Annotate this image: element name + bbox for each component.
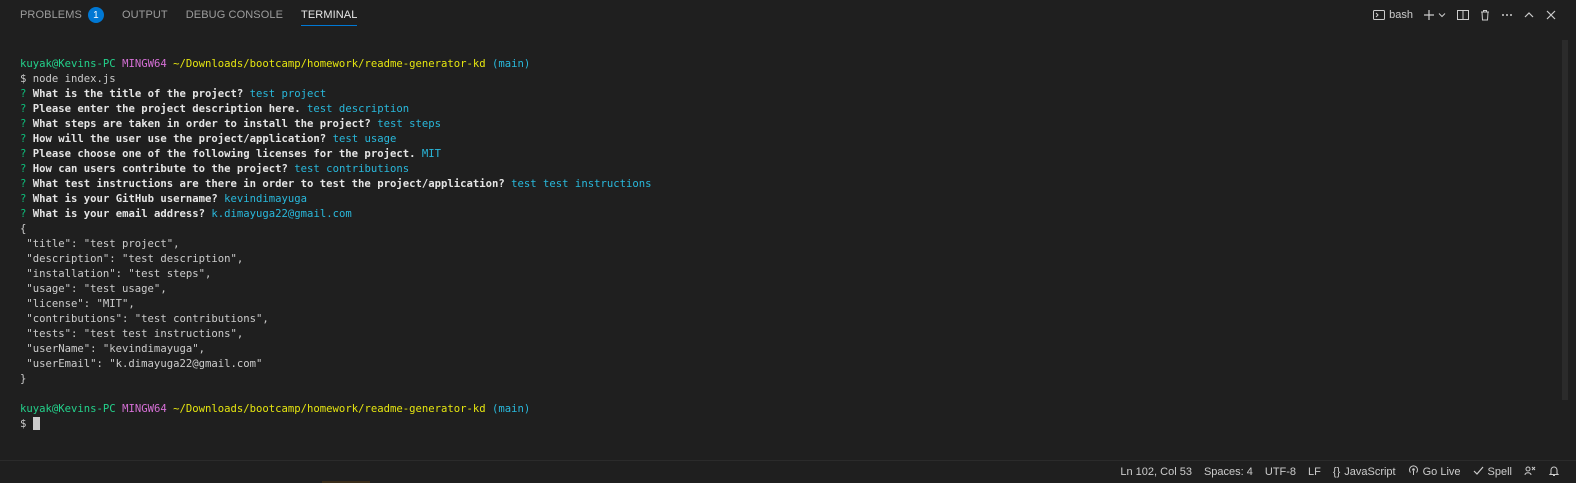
encoding-label: UTF-8 bbox=[1264, 466, 1297, 478]
prompt-path: ~/Downloads/bootcamp/homework/readme-gen… bbox=[173, 403, 486, 415]
json-line: "title": "test project", bbox=[20, 238, 180, 250]
shell-label: bash bbox=[1389, 9, 1413, 21]
language-mode[interactable]: {} JavaScript bbox=[1327, 461, 1402, 483]
terminal-prompt-line: kuyak@Kevins-PC MINGW64 ~/Downloads/boot… bbox=[20, 57, 1556, 72]
question-line: ? How can users contribute to the projec… bbox=[20, 163, 410, 175]
question-line: ? Please choose one of the following lic… bbox=[20, 148, 441, 160]
close-panel-button[interactable] bbox=[1540, 4, 1562, 26]
eol-setting[interactable]: LF bbox=[1302, 461, 1327, 483]
question-line: ? What is your GitHub username? kevindim… bbox=[20, 193, 308, 205]
split-icon bbox=[1457, 9, 1469, 21]
terminal-shell-selector[interactable]: bash bbox=[1369, 4, 1417, 26]
bell-icon bbox=[1548, 465, 1560, 480]
encoding-setting[interactable]: UTF-8 bbox=[1259, 461, 1302, 483]
status-bar: Ln 102, Col 53 Spaces: 4 UTF-8 LF {} Jav… bbox=[0, 460, 1576, 483]
language-label: JavaScript bbox=[1344, 466, 1396, 478]
tab-debug-console[interactable]: DEBUG CONSOLE bbox=[186, 0, 283, 30]
eol-label: LF bbox=[1308, 466, 1321, 478]
prompt-user: kuyak@Kevins-PC bbox=[20, 403, 116, 415]
more-actions-button[interactable] bbox=[1496, 4, 1518, 26]
panel-tabbar: PROBLEMS 1 OUTPUT DEBUG CONSOLE TERMINAL… bbox=[0, 0, 1576, 30]
json-line: "usage": "test usage", bbox=[20, 283, 167, 295]
indentation-label: Spaces: 4 bbox=[1203, 466, 1253, 478]
cursor-position-label: Ln 102, Col 53 bbox=[1120, 466, 1192, 478]
json-close-brace: } bbox=[20, 373, 27, 385]
go-live-label: Go Live bbox=[1422, 466, 1461, 478]
indentation-setting[interactable]: Spaces: 4 bbox=[1198, 461, 1259, 483]
prompt-env: MINGW64 bbox=[122, 58, 167, 70]
go-live-button[interactable]: Go Live bbox=[1402, 461, 1467, 483]
spell-check-button[interactable]: Spell bbox=[1467, 461, 1518, 483]
json-line: "license": "MIT", bbox=[20, 298, 135, 310]
question-line: ? Please enter the project description h… bbox=[20, 103, 410, 115]
broadcast-icon bbox=[1408, 465, 1419, 479]
final-prompt: $ bbox=[20, 418, 33, 430]
feedback-icon bbox=[1524, 465, 1536, 480]
json-line: "tests": "test test instructions", bbox=[20, 328, 244, 340]
plus-icon bbox=[1423, 9, 1435, 21]
question-line: ? What test instructions are there in or… bbox=[20, 178, 652, 190]
question-line: ? What steps are taken in order to insta… bbox=[20, 118, 441, 130]
question-line: ? How will the user use the project/appl… bbox=[20, 133, 397, 145]
kill-terminal-button[interactable] bbox=[1474, 4, 1496, 26]
json-line: "userEmail": "k.dimayuga22@gmail.com" bbox=[20, 358, 263, 370]
json-open-brace: { bbox=[20, 223, 27, 235]
json-line: "userName": "kevindimayuga", bbox=[20, 343, 205, 355]
checkmark-icon bbox=[1473, 465, 1484, 479]
tab-output[interactable]: OUTPUT bbox=[122, 0, 168, 30]
cursor-position[interactable]: Ln 102, Col 53 bbox=[1114, 461, 1198, 483]
tab-label: OUTPUT bbox=[121, 9, 168, 21]
question-line: ? What is the title of the project? test… bbox=[20, 88, 327, 100]
braces-icon: {} bbox=[1332, 466, 1341, 478]
terminal-cursor bbox=[32, 417, 40, 430]
tab-label: DEBUG CONSOLE bbox=[185, 9, 284, 21]
json-line: "contributions": "test contributions", bbox=[20, 313, 269, 325]
json-line: "installation": "test steps", bbox=[20, 268, 212, 280]
terminal-scrollbar[interactable] bbox=[1562, 40, 1568, 400]
prompt-user: kuyak@Kevins-PC bbox=[20, 58, 116, 70]
notifications-button[interactable] bbox=[1542, 461, 1566, 483]
spell-label: Spell bbox=[1487, 466, 1512, 478]
close-icon bbox=[1545, 9, 1557, 21]
feedback-button[interactable] bbox=[1518, 461, 1542, 483]
terminal-prompt-icon bbox=[1373, 9, 1386, 21]
chevron-up-icon bbox=[1523, 9, 1535, 21]
prompt-path: ~/Downloads/bootcamp/homework/readme-gen… bbox=[173, 58, 486, 70]
tab-terminal[interactable]: TERMINAL bbox=[301, 0, 358, 30]
question-line: ? What is your email address? k.dimayuga… bbox=[20, 208, 352, 220]
new-terminal-button[interactable] bbox=[1421, 4, 1448, 26]
prompt-branch: (main) bbox=[492, 403, 531, 415]
terminal-prompt-line: kuyak@Kevins-PC MINGW64 ~/Downloads/boot… bbox=[20, 402, 1556, 417]
panel-actions: bash bbox=[1369, 0, 1562, 30]
json-line: "description": "test description", bbox=[20, 253, 244, 265]
prompt-branch: (main) bbox=[492, 58, 531, 70]
tab-label: PROBLEMS bbox=[20, 9, 82, 21]
prompt-env: MINGW64 bbox=[122, 403, 167, 415]
terminal-output[interactable]: kuyak@Kevins-PC MINGW64 ~/Downloads/boot… bbox=[20, 57, 1556, 432]
chevron-down-icon[interactable] bbox=[1438, 11, 1446, 19]
maximize-panel-button[interactable] bbox=[1518, 4, 1540, 26]
command-line: $ node index.js bbox=[20, 73, 116, 85]
tab-label: TERMINAL bbox=[301, 9, 358, 21]
ellipsis-icon bbox=[1501, 9, 1513, 21]
problems-count-badge: 1 bbox=[87, 7, 104, 23]
tab-problems[interactable]: PROBLEMS 1 bbox=[20, 0, 104, 30]
split-terminal-button[interactable] bbox=[1452, 4, 1474, 26]
input-line[interactable]: $ bbox=[20, 417, 1556, 432]
trash-icon bbox=[1479, 9, 1491, 21]
